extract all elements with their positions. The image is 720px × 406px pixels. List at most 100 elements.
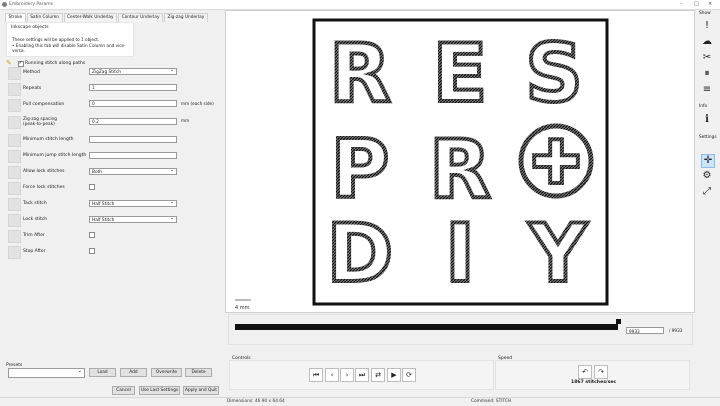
trim-after-checkbox[interactable] [89, 232, 95, 238]
play-icon[interactable]: ▶ [387, 368, 401, 382]
dimensions-status: Dimensions: 46.90 x 64.64 [227, 399, 285, 404]
param-label: Trim After [23, 233, 45, 238]
min-stitch-length-input[interactable] [89, 136, 177, 143]
param-toggle[interactable] [8, 214, 21, 227]
allow-lock-select[interactable]: Both [89, 167, 177, 175]
stop-icon[interactable]: ⏸ [701, 68, 713, 80]
splitter[interactable] [225, 312, 693, 313]
param-toggle[interactable] [8, 99, 21, 112]
tab-zigzag-underlay[interactable]: Zig-zag Underlay [164, 13, 208, 22]
param-toggle[interactable] [8, 67, 21, 80]
tab-contour-underlay[interactable]: Contour Underlay [118, 13, 164, 22]
scale-label: 4 mm [235, 305, 250, 311]
param-row-trim-after: Trim After [8, 230, 220, 243]
warning-icon[interactable]: ! [701, 20, 713, 32]
repeats-input[interactable]: 1 [89, 84, 177, 91]
param-row-force-lock: Force lock stitches [8, 182, 220, 195]
param-row-method: Method ZigZag Stitch [8, 67, 220, 80]
param-toggle[interactable] [8, 116, 21, 129]
preset-delete-button[interactable]: Delete [185, 368, 212, 377]
gear-icon[interactable]: ⚙ [701, 170, 713, 182]
letter-r-1: R [329, 27, 391, 120]
param-row-pull-compensation: Pull compensation 0 mm (each side) [8, 99, 220, 112]
param-toggle[interactable] [8, 83, 21, 96]
info-box: Inkscape objects These settings will be … [6, 22, 134, 57]
param-label: Method [23, 70, 40, 75]
current-frame-input[interactable]: 9933 [626, 327, 664, 334]
tab-stroke[interactable]: Stroke [5, 13, 26, 22]
info-line-1: These settings will be applied to 1 obje… [12, 37, 100, 42]
param-label: Zig-zag spacing (peak-to-peak) [23, 117, 58, 127]
letter-e: E [433, 27, 488, 120]
lock-stitch-select[interactable]: Half Stitch [89, 215, 177, 223]
param-toggle[interactable] [8, 230, 21, 243]
close-button[interactable]: × [708, 1, 712, 8]
param-label: Minimum stitch length [23, 137, 74, 142]
method-select[interactable]: ZigZag Stitch [89, 67, 177, 75]
info-label: Info [699, 104, 708, 109]
view-sidebar: Show ! ☁ ✂ ⏸ ≡ Info i Settings ✛ ⚙ ⤢ [696, 10, 720, 397]
pencil-icon: ✎ [6, 59, 12, 67]
preset-overwrite-button[interactable]: Overwrite [151, 368, 182, 377]
tack-stitch-select[interactable]: Half Stitch [89, 199, 177, 207]
pull-compensation-input[interactable]: 0 [89, 100, 177, 107]
stop-after-checkbox[interactable] [89, 248, 95, 254]
param-unit: mm [181, 118, 190, 123]
preset-load-button[interactable]: Load [89, 368, 116, 377]
min-jump-length-input[interactable] [89, 152, 177, 159]
minimize-button[interactable]: – [680, 1, 683, 8]
tab-satin-column[interactable]: Satin Column [26, 13, 63, 22]
param-label: Stop After [23, 249, 46, 254]
param-label: Lock stitch [23, 217, 48, 222]
direction-toggle-icon[interactable]: ⇄ [371, 368, 385, 382]
zigzag-spacing-input[interactable]: 0.2 [89, 118, 177, 125]
force-lock-checkbox[interactable] [89, 184, 95, 190]
param-toggle[interactable] [8, 182, 21, 195]
maximize-button[interactable]: □ [694, 1, 699, 8]
use-last-settings-button[interactable]: Use Last Settings [139, 386, 180, 395]
window-title: Embroidery Params [9, 2, 54, 7]
param-label: Tack stitch [23, 201, 47, 206]
jump-to-start-icon[interactable]: ⏮ [309, 368, 323, 382]
stitch-progress-bar[interactable] [235, 324, 618, 330]
letter-i: I [445, 207, 475, 300]
param-toggle[interactable] [8, 166, 21, 179]
info-icon[interactable]: i [701, 114, 713, 126]
param-label: Allow lock stitches [23, 169, 65, 174]
tab-center-walk-underlay[interactable]: Center-Walk Underlay [63, 13, 118, 22]
step-forward-icon[interactable]: › [340, 368, 354, 382]
param-toggle[interactable] [8, 198, 21, 211]
param-label: Pull compensation [23, 102, 65, 107]
param-unit: mm (each side) [181, 101, 214, 106]
restart-icon[interactable]: ⟳ [402, 368, 416, 382]
running-stitch-label: Running stitch along paths [25, 61, 86, 66]
trim-icon[interactable]: ✂ [701, 52, 713, 64]
progress-slider-handle[interactable] [616, 319, 621, 324]
param-row-zigzag-spacing: Zig-zag spacing (peak-to-peak) 0.2 mm [8, 116, 220, 129]
presets-select[interactable] [8, 368, 85, 378]
app-icon [2, 2, 7, 7]
color-change-icon[interactable]: ≡ [701, 84, 713, 96]
param-row-min-jump-length: Minimum jump stitch length [8, 150, 220, 163]
total-frames-label: / 9933 [669, 328, 683, 333]
speed-panel [495, 360, 690, 390]
param-toggle[interactable] [8, 134, 21, 147]
command-status: Command: STITCH [471, 399, 512, 404]
step-back-icon[interactable]: ‹ [325, 368, 339, 382]
param-label: Force lock stitches [23, 185, 65, 190]
crosshair-icon[interactable]: ✛ [701, 154, 715, 168]
param-toggle[interactable] [8, 150, 21, 163]
tab-bar: Stroke Satin Column Center-Walk Underlay… [5, 13, 209, 22]
slow-down-icon[interactable]: ↶ [578, 365, 592, 379]
jump-to-end-icon[interactable]: ⏭ [355, 368, 369, 382]
cancel-button[interactable]: Cancel [112, 386, 135, 395]
param-row-repeats: Repeats 1 [8, 83, 220, 96]
resize-icon[interactable]: ⤢ [701, 186, 713, 198]
preview-canvas[interactable]: R E S P R D I Y ✚ 4 mm [225, 10, 695, 313]
jump-stitch-icon[interactable]: ☁ [701, 36, 713, 48]
param-toggle[interactable] [8, 246, 21, 259]
apply-and-quit-button[interactable]: Apply and Quit [183, 386, 219, 395]
speed-up-icon[interactable]: ↷ [594, 365, 608, 379]
preset-add-button[interactable]: Add [120, 368, 147, 377]
show-label: Show [699, 11, 711, 16]
